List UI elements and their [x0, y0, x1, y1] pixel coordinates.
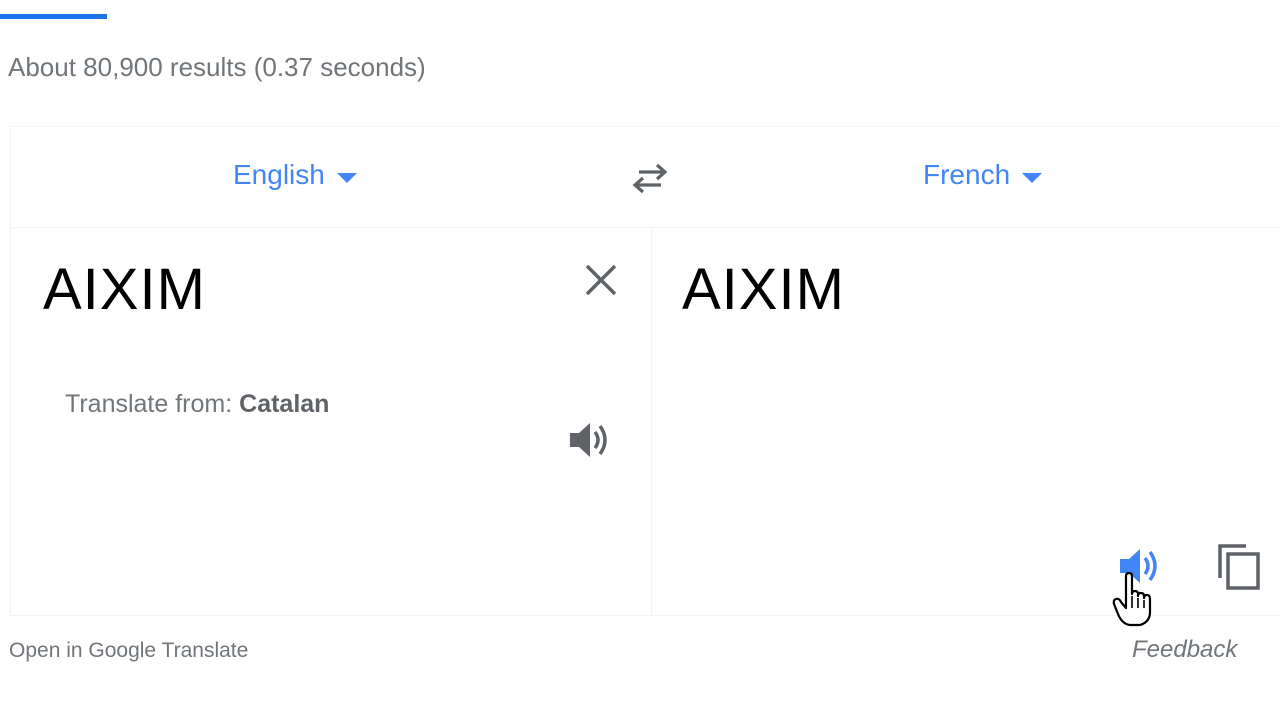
- source-pane: AIXIM Translate from: Catalan: [11, 228, 652, 616]
- language-bar: English French: [11, 127, 1280, 228]
- target-pane: AIXIM: [652, 228, 1280, 616]
- search-results-page: About 80,900 results (0.37 seconds) Engl…: [0, 0, 1280, 720]
- copy-translation-button[interactable]: [1214, 540, 1264, 592]
- feedback-link[interactable]: Feedback: [1132, 636, 1237, 664]
- swap-arrows-icon: [632, 163, 668, 194]
- open-in-google-translate-link[interactable]: Open in Google Translate: [9, 639, 248, 663]
- swap-languages-button[interactable]: [627, 155, 673, 201]
- result-stats: About 80,900 results (0.37 seconds): [8, 52, 426, 82]
- chevron-down-icon: [336, 173, 357, 183]
- target-language-label: French: [923, 159, 1011, 190]
- source-text[interactable]: AIXIM: [43, 256, 206, 323]
- close-icon: [585, 264, 617, 296]
- speaker-icon: [1120, 549, 1157, 583]
- translate-from-prefix: Translate from:: [65, 390, 233, 418]
- active-tab-indicator: [0, 14, 107, 19]
- listen-translation-button[interactable]: [1116, 544, 1164, 588]
- translate-card: English French AIXIM Translate from: Cat…: [10, 126, 1280, 616]
- translate-from-notice: Translate from: Catalan: [65, 390, 329, 419]
- translated-text: AIXIM: [682, 257, 845, 322]
- source-language-label: English: [233, 159, 325, 190]
- speaker-icon: [570, 423, 607, 457]
- copy-icon: [1218, 544, 1260, 590]
- translate-from-language-link[interactable]: Catalan: [239, 390, 329, 418]
- chevron-down-icon: [1022, 173, 1043, 183]
- target-language-select[interactable]: French: [923, 159, 1043, 191]
- source-language-select[interactable]: English: [233, 159, 357, 191]
- listen-source-button[interactable]: [566, 418, 614, 462]
- clear-source-button[interactable]: [579, 258, 623, 302]
